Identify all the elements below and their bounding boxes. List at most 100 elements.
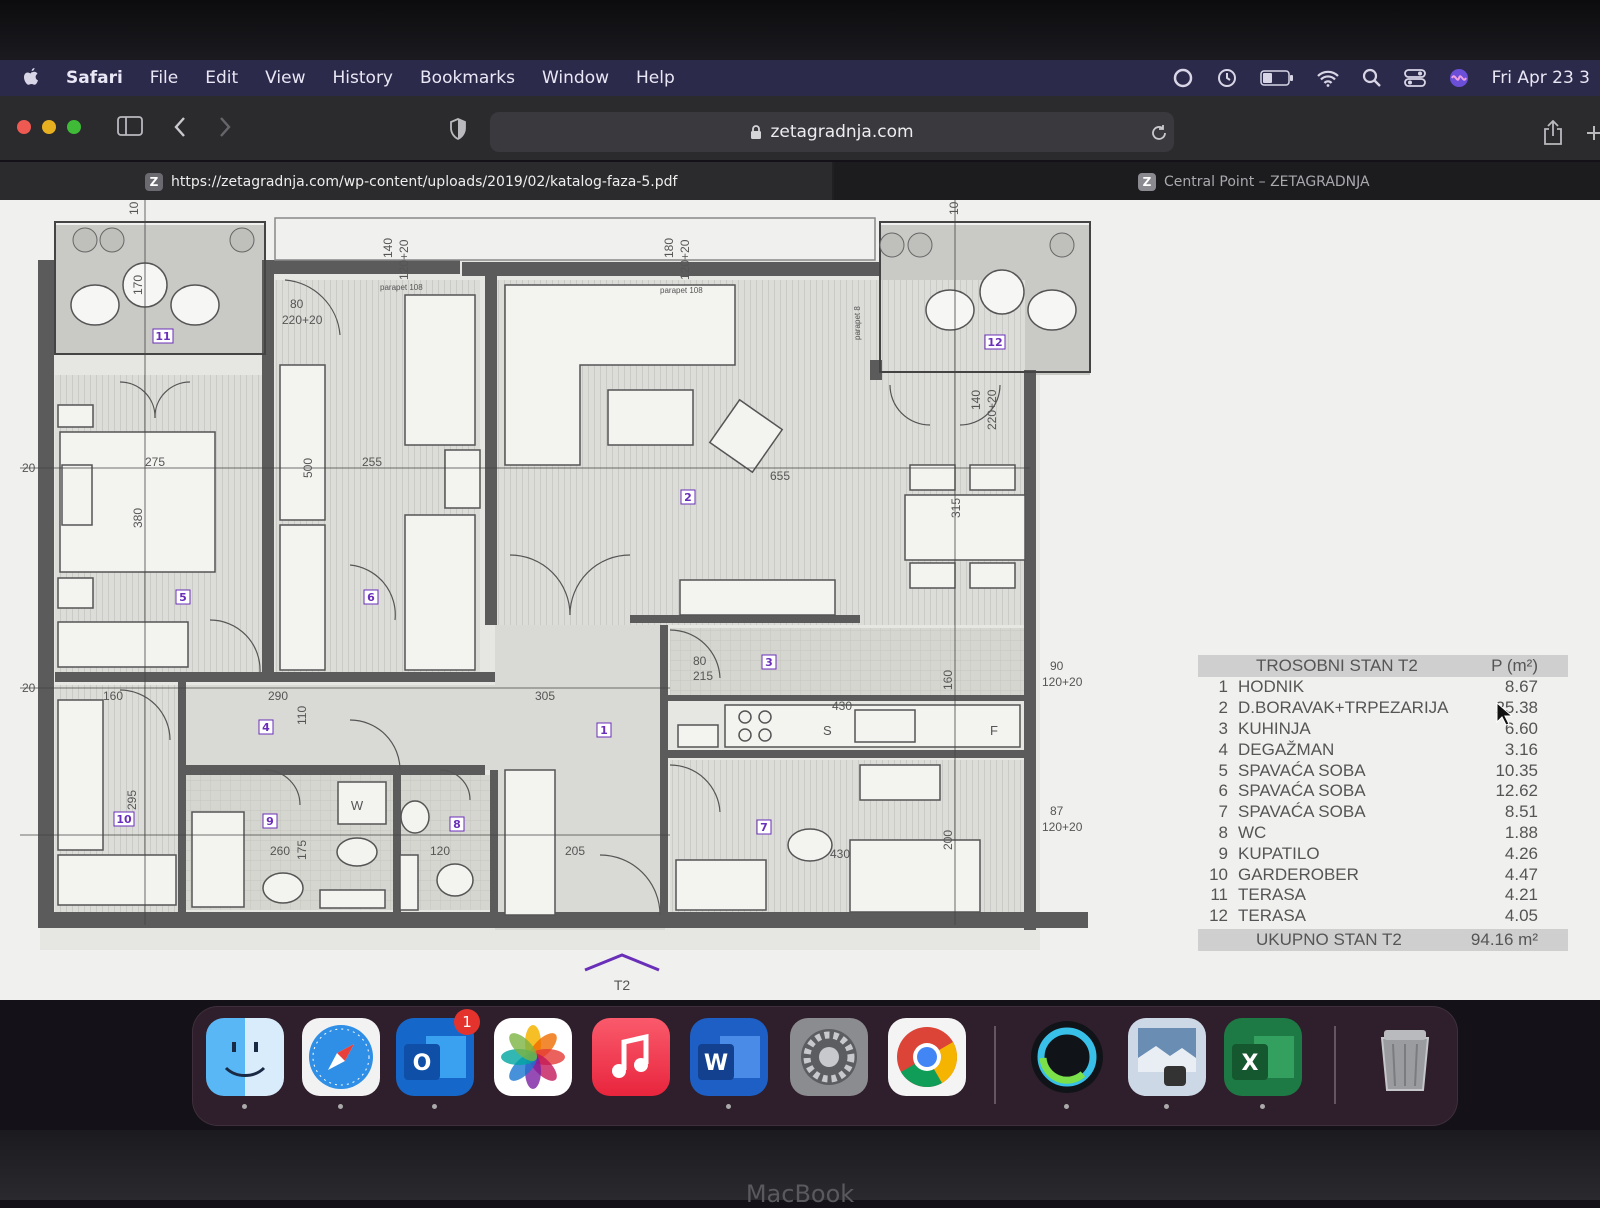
menu-file[interactable]: File — [150, 68, 178, 88]
menu-history[interactable]: History — [333, 68, 393, 88]
legend-total-label: UKUPNO STAN T2 — [1256, 929, 1402, 949]
url-text: zetagradnja.com — [770, 122, 914, 142]
reload-icon[interactable] — [1150, 124, 1168, 142]
running-indicator — [338, 1104, 343, 1109]
share-icon[interactable] — [1542, 120, 1564, 146]
webex-icon[interactable] — [1028, 1018, 1106, 1096]
preview-icon[interactable] — [1128, 1018, 1206, 1096]
time-machine-icon[interactable] — [1216, 67, 1238, 89]
tab-central-point[interactable]: Z Central Point – ZETAGRADNJA — [834, 162, 1600, 202]
legend-total: UKUPNO STAN T2 94.16 m² — [1198, 928, 1568, 951]
minimize-window-button[interactable] — [42, 120, 56, 134]
running-indicator — [432, 1104, 437, 1109]
menu-safari[interactable]: Safari — [66, 68, 123, 88]
excel-icon[interactable]: X — [1224, 1018, 1302, 1096]
room-label-8: 8 — [453, 818, 461, 831]
back-icon[interactable] — [173, 116, 187, 138]
row-name: SPAVAĆA SOBA — [1238, 760, 1366, 780]
row-number: 10 — [1209, 864, 1228, 884]
unit-pointer-arrow — [584, 953, 660, 972]
running-indicator — [726, 1104, 731, 1109]
row-value: 3.16 — [1504, 739, 1538, 759]
row-number: 11 — [1210, 885, 1228, 905]
row-name: TERASA — [1238, 906, 1307, 926]
menubar-clock[interactable]: Fri Apr 23 3 — [1492, 68, 1590, 88]
svg-text:O: O — [413, 1051, 432, 1076]
row-name: WC — [1238, 822, 1267, 842]
battery-icon[interactable] — [1259, 69, 1294, 87]
room-label-11: 11 — [155, 330, 170, 343]
spotlight-search-icon[interactable] — [1362, 68, 1382, 88]
forward-icon[interactable] — [218, 116, 232, 138]
dim-text: 220+20 — [985, 389, 999, 430]
legend-unit: P (m²) — [1491, 656, 1538, 675]
dim-text: 120+20 — [1042, 820, 1083, 834]
svg-text:X: X — [1242, 1051, 1259, 1076]
row-number: 6 — [1218, 781, 1228, 801]
tab-pdf[interactable]: Z https://zetagradnja.com/wp-content/upl… — [0, 162, 832, 202]
dim-text: 290 — [268, 689, 288, 703]
dim-text: 160 — [103, 689, 123, 703]
apple-icon[interactable] — [22, 68, 40, 88]
trash-icon[interactable] — [1366, 1018, 1444, 1096]
dim-text: 20 — [22, 681, 36, 695]
legend-row: 12 TERASA 4.05 — [1198, 906, 1568, 927]
legend-row: 2 D.BORAVAK+TRPEZARIJA 25.38 — [1198, 698, 1568, 719]
running-indicator — [242, 1104, 247, 1109]
notification-badge: 1 — [454, 1009, 480, 1035]
music-icon[interactable] — [592, 1018, 670, 1096]
dim-text: 275 — [145, 455, 165, 469]
dim-text: W — [351, 798, 364, 813]
row-number: 2 — [1218, 698, 1228, 718]
address-bar[interactable]: zetagradnja.com — [490, 112, 1174, 152]
menu-edit[interactable]: Edit — [205, 68, 238, 88]
menu-help[interactable]: Help — [636, 68, 675, 88]
dim-text: 140 — [969, 390, 983, 410]
system-preferences-icon[interactable] — [790, 1018, 868, 1096]
row-number: 9 — [1218, 843, 1228, 863]
wifi-icon[interactable] — [1316, 69, 1340, 87]
menu-bookmarks[interactable]: Bookmarks — [420, 68, 515, 88]
status-circle-icon[interactable] — [1172, 67, 1194, 89]
row-name: GARDEROBER — [1238, 864, 1359, 884]
room-label-3: 3 — [765, 656, 773, 669]
row-number: 3 — [1218, 718, 1228, 738]
legend-row: 3 KUHINJA 6.60 — [1198, 719, 1568, 740]
row-name: DEGAŽMAN — [1238, 739, 1335, 759]
row-name: KUPATILO — [1238, 843, 1320, 863]
safari-icon[interactable] — [302, 1018, 380, 1096]
dim-text: 180 — [662, 238, 676, 258]
word-icon[interactable]: W — [690, 1018, 768, 1096]
control-center-icon[interactable] — [1403, 68, 1426, 88]
dim-text: 200 — [941, 830, 955, 850]
legend-row: 10 GARDEROBER 4.47 — [1198, 864, 1568, 885]
row-name: SPAVAĆA SOBA — [1238, 781, 1366, 801]
dim-text: 20 — [22, 461, 36, 475]
zoom-window-button[interactable] — [67, 120, 81, 134]
dim-text: 87 — [1050, 804, 1064, 818]
dim-text: 315 — [949, 498, 963, 518]
lock-icon — [751, 124, 762, 139]
sidebar-toggle-icon[interactable] — [117, 116, 143, 136]
dim-text: 430 — [832, 699, 852, 713]
pdf-viewer[interactable]: 1 2 3 4 5 6 7 8 9 10 11 12 10 140 120+20… — [0, 200, 1600, 1000]
chrome-icon[interactable] — [888, 1018, 966, 1096]
dim-text: S — [823, 723, 832, 738]
room-label-1: 1 — [600, 724, 608, 737]
dim-text: 260 — [270, 844, 290, 858]
menu-view[interactable]: View — [265, 68, 305, 88]
favicon-z-icon: Z — [145, 173, 163, 191]
dim-text: 305 — [535, 689, 555, 703]
menu-window[interactable]: Window — [542, 68, 609, 88]
finder-icon[interactable] — [206, 1018, 284, 1096]
dock-separator — [994, 1026, 996, 1104]
privacy-shield-icon[interactable] — [449, 118, 467, 140]
close-window-button[interactable] — [17, 120, 31, 134]
row-value: 4.47 — [1504, 864, 1538, 884]
area-legend-table: TROSOBNI STAN T2 P (m²) 1 HODNIK 8.67 2 D.B… — [1198, 655, 1568, 951]
row-name: SPAVAĆA SOBA — [1238, 802, 1366, 822]
siri-icon[interactable] — [1448, 67, 1470, 89]
new-tab-icon[interactable] — [1586, 124, 1600, 142]
dim-text: 430 — [830, 847, 850, 861]
photos-icon[interactable] — [494, 1018, 572, 1096]
